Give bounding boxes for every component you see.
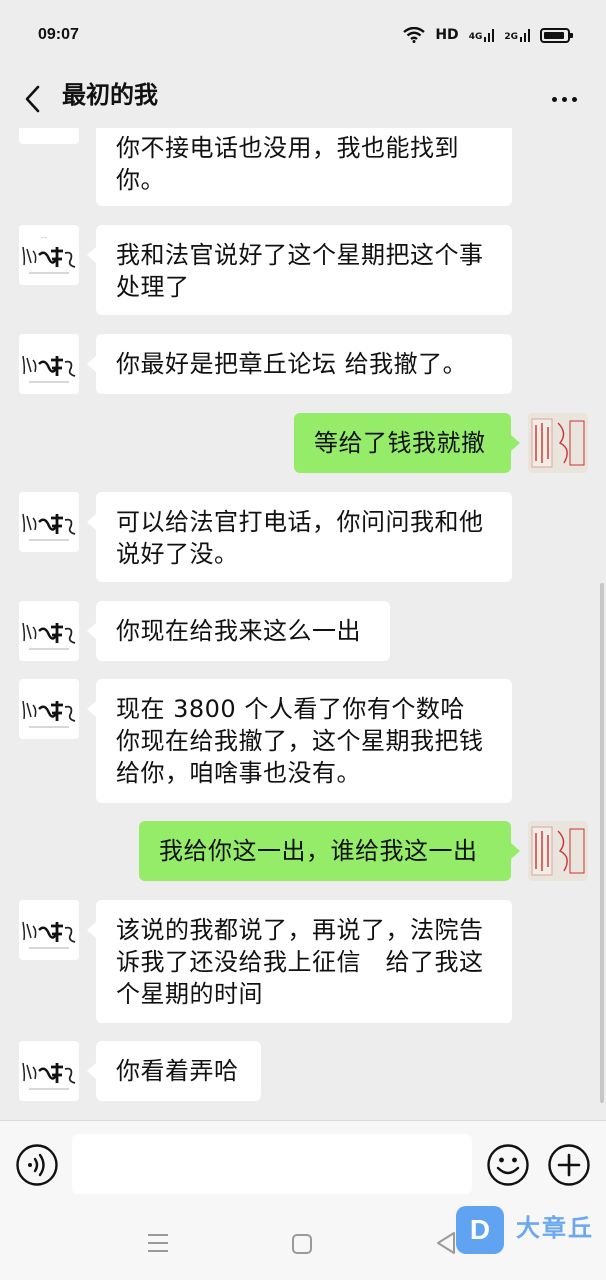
message-text: 我和法官说好了这个星期把这个事处理了: [116, 241, 484, 301]
message-text: 你看着弄哈: [116, 1057, 239, 1085]
svg-text:·····: ·····: [41, 235, 47, 240]
calligraphy-avatar-icon: ·····: [19, 225, 79, 285]
back-button[interactable]: [16, 80, 48, 118]
home-square-icon: [292, 1234, 312, 1254]
chat-title: 最初的我: [62, 81, 158, 109]
more-functions-button[interactable]: [547, 1143, 591, 1191]
message-text: 我给你这一出，谁给我这一出: [159, 837, 478, 865]
watermark-logo: D: [456, 1206, 504, 1254]
message-bubble-sent[interactable]: 等给了钱我就撤: [294, 413, 520, 473]
calligraphy-avatar-icon: [19, 679, 79, 739]
chat-header: 最初的我: [0, 70, 606, 128]
input-bar: [0, 1120, 606, 1210]
more-dot-icon: [561, 96, 567, 102]
message-bubble-received[interactable]: 你不接电话也没用，我也能找到你。: [96, 128, 512, 206]
message-text: 该说的我都说了，再说了，法院告诉我了还没给我上征信 给了我这个星期的时间: [116, 916, 484, 1008]
contact-avatar[interactable]: [19, 679, 79, 739]
chat-area[interactable]: 你不接电话也没用，我也能找到你。 ····· 我和法官说好了这个星期把这个事处理…: [0, 128, 606, 1120]
red-poster-avatar-icon: [528, 821, 588, 881]
chevron-left-icon: [25, 85, 40, 113]
contact-avatar[interactable]: [19, 128, 79, 144]
watermark: D 大章丘: [456, 1204, 606, 1260]
self-avatar[interactable]: [528, 821, 588, 881]
message-bubble-sent[interactable]: 我给你这一出，谁给我这一出: [139, 821, 520, 881]
message-bubble-received[interactable]: 我和法官说好了这个星期把这个事处理了: [87, 225, 512, 315]
contact-avatar[interactable]: ·····: [19, 225, 79, 285]
voice-icon: [16, 1144, 58, 1186]
contact-avatar[interactable]: [19, 334, 79, 394]
signal-4g-label: 4G: [468, 32, 483, 42]
message-text: 现在 3800 个人看了你有个数哈 你现在给我撤了，这个星期我把钱给你，咱啥事也…: [116, 695, 514, 787]
plus-icon: [548, 1144, 590, 1186]
message-bubble-received[interactable]: 可以给法官打电话，你问问我和他说好了没。: [87, 492, 512, 582]
calligraphy-avatar-icon: [19, 1041, 79, 1101]
signal-2g: 2G: [504, 28, 530, 42]
calligraphy-avatar-icon: [19, 601, 79, 661]
signal-2g-icon: [520, 29, 530, 42]
recent-apps-button[interactable]: [146, 1232, 170, 1258]
contact-avatar[interactable]: [19, 900, 79, 960]
calligraphy-avatar-icon: [19, 334, 79, 394]
signal-4g: 4G: [469, 28, 495, 42]
emoji-button[interactable]: [486, 1143, 530, 1191]
status-icons: HD 4G 2G: [403, 27, 573, 43]
battery-icon: [540, 27, 573, 43]
self-avatar[interactable]: [528, 413, 588, 473]
more-dot-icon: [551, 96, 557, 102]
wifi-icon: [403, 27, 426, 43]
contact-avatar[interactable]: [19, 1041, 79, 1101]
message-input[interactable]: [72, 1134, 472, 1194]
hd-indicator: HD: [435, 27, 459, 43]
voice-input-button[interactable]: [15, 1143, 59, 1191]
contact-avatar[interactable]: [19, 601, 79, 661]
system-back-button[interactable]: [434, 1230, 458, 1260]
contact-avatar[interactable]: [19, 492, 79, 552]
back-triangle-icon: [437, 1232, 455, 1254]
message-bubble-received[interactable]: 你现在给我来这么一出: [87, 601, 390, 661]
signal-2g-label: 2G: [504, 32, 518, 42]
calligraphy-avatar-icon: [19, 492, 79, 552]
message-bubble-received[interactable]: 你看着弄哈: [87, 1041, 261, 1101]
message-bubble-received[interactable]: 现在 3800 个人看了你有个数哈 你现在给我撤了，这个星期我把钱给你，咱啥事也…: [87, 679, 514, 803]
home-button[interactable]: [290, 1232, 314, 1260]
message-bubble-received[interactable]: 你最好是把章丘论坛 给我撤了。: [87, 334, 512, 394]
more-dot-icon: [571, 96, 577, 102]
emoji-icon: [487, 1144, 529, 1186]
message-text: 你不接电话也没用，我也能找到你。: [116, 134, 459, 194]
message-bubble-received[interactable]: 该说的我都说了，再说了，法院告诉我了还没给我上征信 给了我这个星期的时间: [87, 900, 512, 1023]
watermark-text: 大章丘: [516, 1214, 594, 1242]
more-options-button[interactable]: [544, 80, 584, 118]
message-text: 等给了钱我就撤: [314, 429, 486, 457]
red-poster-avatar-icon: [528, 413, 588, 473]
menu-icon: [148, 1234, 168, 1252]
message-text: 你现在给我来这么一出: [116, 617, 361, 645]
signal-4g-icon: [484, 29, 495, 42]
message-text: 你最好是把章丘论坛 给我撤了。: [116, 350, 468, 378]
status-bar: 09:07 HD 4G 2G: [0, 0, 606, 70]
status-time: 09:07: [38, 26, 79, 43]
message-text: 可以给法官打电话，你问问我和他说好了没。: [116, 508, 484, 568]
calligraphy-avatar-icon: [19, 900, 79, 960]
chat-scrollbar[interactable]: [600, 583, 604, 1103]
